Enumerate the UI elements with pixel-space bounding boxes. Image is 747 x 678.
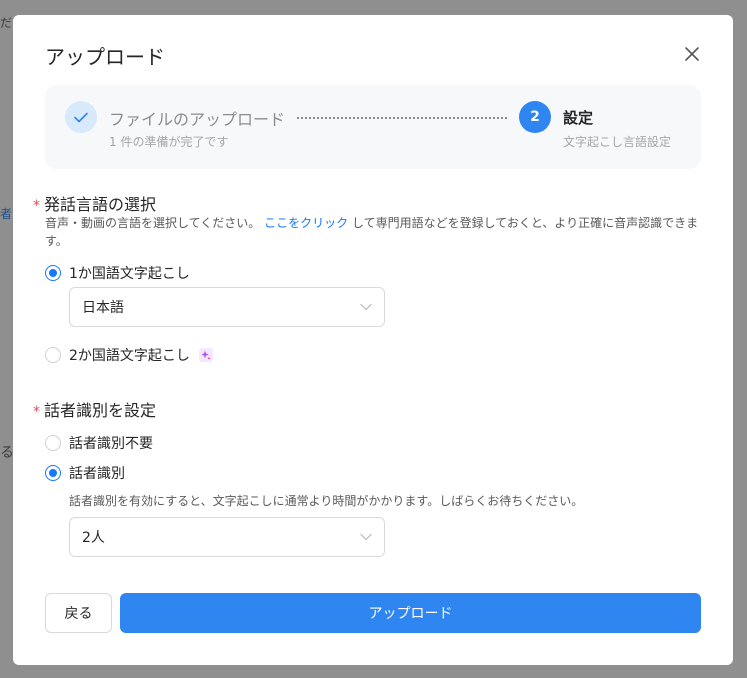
chevron-down-icon [360, 303, 372, 311]
step-connector [297, 117, 507, 119]
language-section-title: * 発話言語の選択 [33, 191, 156, 215]
required-mark: * [33, 198, 40, 214]
dialog-title: アップロード [45, 45, 165, 69]
speaker-title-text: 話者識別を設定 [44, 401, 157, 420]
back-button[interactable]: 戻る [45, 593, 112, 633]
speaker-count-value: 2人 [82, 530, 105, 546]
upload-dialog: アップロード ファイルのアップロード 1 件の準備が完了です 2 設定 文字起こ… [13, 15, 733, 665]
radio-label: 1か国語文字起こし [69, 266, 190, 282]
step1-subtitle: 1 件の準備が完了です [109, 135, 229, 149]
required-mark: * [33, 404, 40, 420]
language-description: 音声・動画の言語を選択してください。 ここをクリック して専門用語などを登録して… [45, 214, 705, 250]
radio-single-language[interactable]: 1か国語文字起こし [45, 263, 190, 283]
step1-indicator [65, 101, 97, 133]
close-button[interactable] [681, 43, 703, 65]
language-title-text: 発話言語の選択 [44, 195, 157, 214]
description-text: 音声・動画の言語を選択してください。 [45, 216, 261, 230]
background-text-fragment: 者 [0, 207, 13, 221]
radio-label: 2か国語文字起こし [69, 348, 190, 364]
speaker-id-hint: 話者識別を有効にすると、文字起こしに通常より時間がかかります。しばらくお待ちくだ… [69, 494, 584, 508]
radio-no-speaker-id[interactable]: 話者識別不要 [45, 433, 153, 453]
radio-indicator[interactable] [45, 435, 61, 451]
radio-bilingual[interactable]: 2か国語文字起こし [45, 345, 213, 365]
step2-indicator: 2 [519, 101, 551, 133]
upload-button[interactable]: アップロード [120, 593, 701, 633]
language-select[interactable]: 日本語 [69, 287, 385, 327]
custom-terms-link[interactable]: ここをクリック [264, 216, 348, 230]
step1-label: ファイルのアップロード [109, 110, 286, 129]
radio-speaker-id[interactable]: 話者識別 [45, 463, 125, 483]
radio-indicator[interactable] [45, 265, 61, 281]
check-icon [74, 112, 88, 122]
radio-indicator[interactable] [45, 347, 61, 363]
close-icon [685, 47, 699, 61]
language-select-value: 日本語 [82, 300, 124, 316]
step2-number: 2 [530, 109, 540, 125]
radio-label: 話者識別 [69, 466, 125, 482]
background-text-fragment: る [0, 445, 14, 461]
chevron-down-icon [360, 533, 372, 541]
step2-subtitle: 文字起こし言語設定 [563, 135, 672, 149]
speaker-section-title: * 話者識別を設定 [33, 397, 156, 421]
radio-label: 話者識別不要 [69, 436, 153, 452]
speaker-count-select[interactable]: 2人 [69, 517, 385, 557]
radio-indicator[interactable] [45, 465, 61, 481]
sparkle-icon [198, 348, 213, 362]
step2-label: 設定 [563, 109, 594, 127]
stepper: ファイルのアップロード 1 件の準備が完了です 2 設定 文字起こし言語設定 [45, 85, 701, 169]
